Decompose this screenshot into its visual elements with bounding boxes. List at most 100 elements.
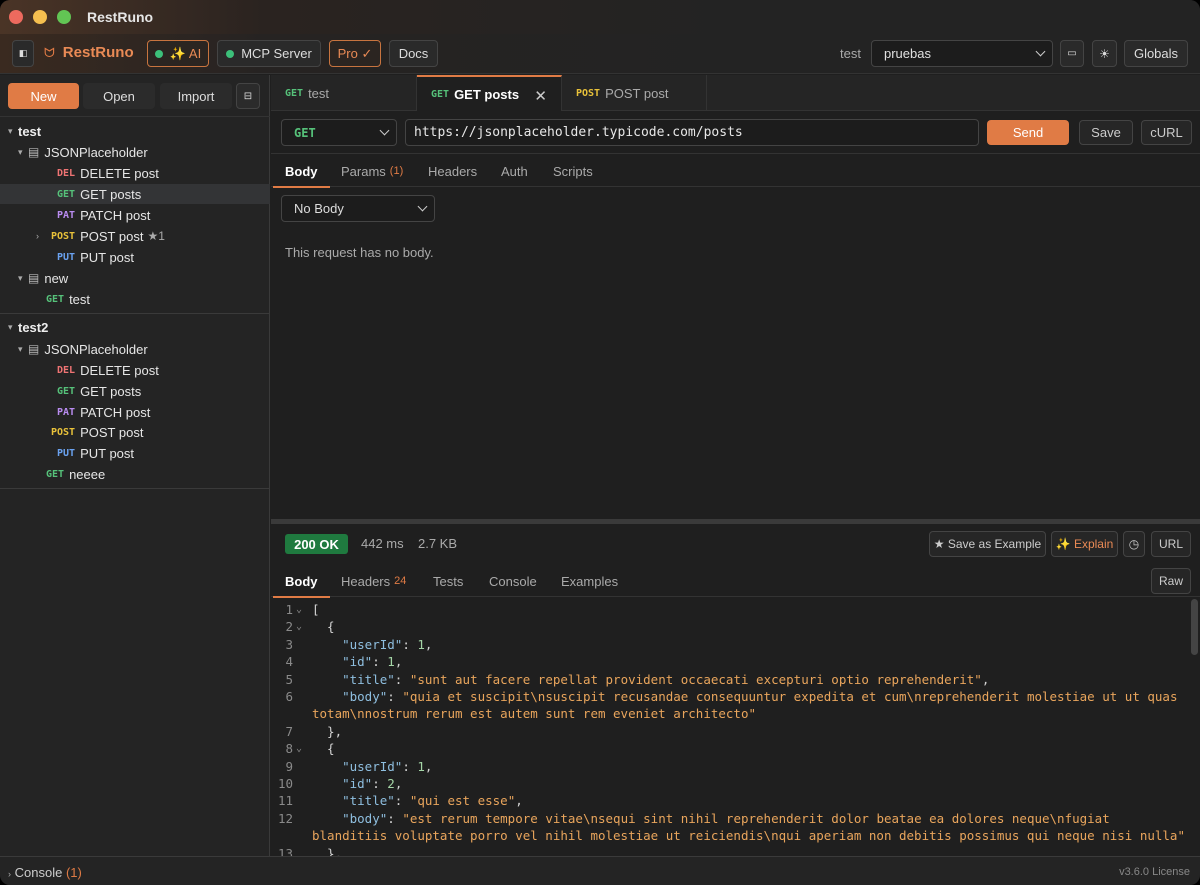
pro-button[interactable]: Pro ✓ bbox=[329, 40, 381, 67]
tab-auth[interactable]: Auth bbox=[501, 155, 528, 187]
save-button[interactable]: Save bbox=[1079, 120, 1133, 145]
request-item[interactable]: PUT PUT post bbox=[0, 443, 270, 463]
request-item[interactable]: › POST POST post ★1 bbox=[0, 226, 270, 246]
collection-test[interactable]: ▾ test bbox=[0, 121, 270, 141]
url-button[interactable]: URL bbox=[1151, 531, 1191, 557]
tab-test[interactable]: GET test bbox=[271, 75, 417, 111]
window-title: RestRuno bbox=[87, 9, 154, 25]
code-text: "id": 2, bbox=[342, 776, 403, 791]
response-time: 442 ms bbox=[361, 536, 404, 551]
folder-new[interactable]: ▾ ▤ new bbox=[0, 268, 270, 288]
tab-examples[interactable]: Examples bbox=[561, 565, 618, 597]
code-line: 12 "body": "est rerum tempore vitae\nseq… bbox=[271, 810, 1191, 827]
url-input[interactable]: https://jsonplaceholder.typicode.com/pos… bbox=[405, 119, 979, 146]
fold-icon[interactable]: ⌄ bbox=[296, 618, 302, 635]
new-button[interactable]: New bbox=[8, 83, 79, 109]
sidebar-toggle-icon[interactable]: ◧ bbox=[12, 40, 34, 67]
request-item[interactable]: PAT PATCH post bbox=[0, 402, 270, 422]
version-label: v3.6.0 License bbox=[1119, 866, 1190, 878]
code-text: "id": 1, bbox=[342, 654, 403, 670]
theme-icon[interactable]: ☀ bbox=[1092, 40, 1117, 67]
import-button[interactable]: Import bbox=[160, 83, 232, 109]
folder-icon: ▤ bbox=[28, 271, 40, 285]
tab-post-post[interactable]: POST POST post bbox=[562, 75, 707, 111]
body-type-select[interactable]: No Body bbox=[281, 195, 435, 222]
close-window-button[interactable] bbox=[9, 10, 23, 24]
chevron-down-icon bbox=[1035, 46, 1046, 57]
request-item[interactable]: DEL DELETE post bbox=[0, 163, 270, 183]
method-select[interactable]: GET bbox=[281, 119, 397, 146]
request-item[interactable]: GET GET posts bbox=[0, 381, 270, 401]
fold-icon[interactable]: ⌄ bbox=[296, 740, 302, 757]
save-as-example-button[interactable]: ★ Save as Example bbox=[929, 531, 1046, 557]
tab-headers[interactable]: Headers bbox=[428, 155, 477, 187]
maximize-window-button[interactable] bbox=[57, 10, 71, 24]
tab-response-body[interactable]: Body bbox=[273, 565, 329, 598]
console-toggle[interactable]: › Console (1) bbox=[8, 865, 82, 880]
request-item[interactable]: DEL DELETE post bbox=[0, 360, 270, 380]
line-number: 2 bbox=[285, 619, 293, 635]
request-item[interactable]: POST POST post bbox=[0, 422, 270, 442]
open-button[interactable]: Open bbox=[83, 83, 155, 109]
main-panel: GET test GET GET posts ✕ POST POST post … bbox=[271, 75, 1200, 856]
tab-body[interactable]: Body bbox=[273, 155, 329, 188]
tab-params[interactable]: Params (1) bbox=[341, 155, 403, 187]
fold-icon[interactable]: ⌄ bbox=[296, 601, 302, 618]
request-item-selected[interactable]: GET GET posts bbox=[0, 184, 270, 204]
sidebar-actions: New Open Import ⊟ bbox=[0, 75, 270, 117]
folder-jsonplaceholder[interactable]: ▾ ▤ JSONPlaceholder bbox=[0, 142, 270, 162]
code-line: 13 }, bbox=[271, 845, 1191, 856]
line-number: 4 bbox=[285, 654, 293, 670]
code-text: [ bbox=[312, 602, 320, 617]
expand-icon: › bbox=[36, 231, 39, 241]
request-item[interactable]: GET neeee bbox=[0, 464, 270, 484]
environment-select[interactable]: pruebas bbox=[871, 40, 1053, 67]
response-code-viewer[interactable]: 1 ⌄[2 ⌄ {3 "userId": 1, 4 "id": 1, 5 "title"… bbox=[271, 597, 1200, 856]
mcp-server-button[interactable]: MCP Server bbox=[217, 40, 321, 67]
code-text: "body": "est rerum tempore vitae\nsequi … bbox=[342, 810, 1110, 826]
chevron-right-icon: › bbox=[8, 869, 11, 879]
docs-button[interactable]: Docs bbox=[389, 40, 438, 67]
explain-button[interactable]: ✨ Explain bbox=[1051, 531, 1118, 557]
status-badge: 200 OK bbox=[285, 534, 348, 554]
tab-tests[interactable]: Tests bbox=[433, 565, 463, 597]
raw-button[interactable]: Raw bbox=[1151, 568, 1191, 594]
sidebar-options-icon[interactable]: ⊟ bbox=[236, 83, 260, 109]
folder-jsonplaceholder[interactable]: ▾ ▤ JSONPlaceholder bbox=[0, 339, 270, 359]
tab-response-headers[interactable]: Headers 24 bbox=[341, 565, 406, 597]
collection-test2[interactable]: ▾ test2 bbox=[0, 317, 270, 337]
request-subtabs: Body Params (1) Headers Auth Scripts bbox=[271, 155, 1200, 188]
sidebar: New Open Import ⊟ ▾ test ▾ ▤ JSONPlaceho… bbox=[0, 75, 270, 856]
close-icon[interactable]: ✕ bbox=[534, 87, 547, 105]
expand-icon: ▾ bbox=[8, 321, 13, 332]
scrollbar[interactable] bbox=[1191, 599, 1198, 655]
environment-label: test bbox=[840, 46, 861, 61]
headers-count-badge: 24 bbox=[394, 575, 407, 587]
code-line: 9 "userId": 1, bbox=[271, 758, 1191, 775]
request-bar: GET https://jsonplaceholder.typicode.com… bbox=[271, 112, 1200, 154]
code-line: 8 ⌄ { bbox=[271, 740, 1191, 757]
tab-scripts[interactable]: Scripts bbox=[553, 155, 593, 187]
save-icon[interactable]: ▭ bbox=[1060, 40, 1084, 67]
response-subtabs: Body Headers 24 Tests Console Examples R… bbox=[271, 565, 1200, 598]
globals-button[interactable]: Globals bbox=[1124, 40, 1188, 67]
status-dot bbox=[226, 49, 235, 58]
request-item[interactable]: GET test bbox=[0, 289, 270, 309]
line-number: 8 bbox=[285, 741, 293, 757]
minimize-window-button[interactable] bbox=[33, 10, 47, 24]
request-item[interactable]: PUT PUT post bbox=[0, 247, 270, 267]
line-number: 5 bbox=[285, 671, 293, 687]
example-count-badge: ★1 bbox=[147, 229, 165, 243]
ai-button[interactable]: ✨ AI bbox=[147, 40, 209, 67]
tab-get-posts[interactable]: GET GET posts ✕ bbox=[417, 75, 562, 111]
chevron-down-icon bbox=[379, 125, 390, 136]
code-line: 6 "body": "quia et suscipit\nsuscipit re… bbox=[271, 688, 1191, 705]
send-button[interactable]: Send bbox=[987, 120, 1069, 145]
timer-icon[interactable]: ◷ bbox=[1123, 531, 1145, 557]
tab-console[interactable]: Console bbox=[489, 565, 537, 597]
line-number: 11 bbox=[277, 793, 293, 809]
curl-button[interactable]: cURL bbox=[1141, 120, 1192, 145]
line-number: 6 bbox=[285, 689, 293, 704]
request-tabs: GET test GET GET posts ✕ POST POST post bbox=[271, 75, 1200, 111]
request-item[interactable]: PAT PATCH post bbox=[0, 205, 270, 225]
